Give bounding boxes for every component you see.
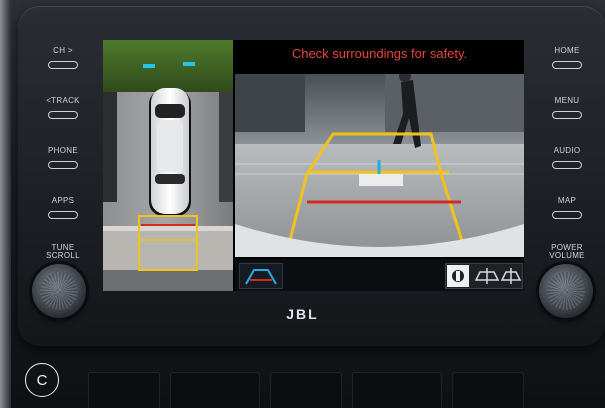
rear-camera-image	[235, 74, 524, 257]
track-button-key[interactable]	[48, 111, 78, 119]
camera-view-icons	[447, 265, 522, 287]
map-button-key[interactable]	[552, 211, 582, 219]
top-view-image	[103, 40, 233, 291]
tune-scroll-label: TUNE SCROLL	[33, 244, 93, 260]
menu-button[interactable]: MENU	[537, 95, 597, 119]
vent-slot	[270, 372, 342, 408]
vent-slot	[170, 372, 260, 408]
apps-button-label: APPS	[51, 196, 75, 205]
volume-label: VOLUME	[549, 251, 585, 260]
phone-button-key[interactable]	[48, 161, 78, 169]
home-button[interactable]: HOME	[537, 45, 597, 69]
jbl-logo: JBL	[286, 306, 319, 322]
home-button-label: HOME	[554, 46, 580, 55]
ch-button-key[interactable]	[48, 61, 78, 69]
camera-view-selector[interactable]	[445, 263, 523, 289]
guide-lines-icon	[245, 269, 277, 285]
audio-button[interactable]: AUDIO	[537, 145, 597, 169]
safety-warning: Check surroundings for safety.	[291, 46, 468, 61]
audio-button-key[interactable]	[552, 161, 582, 169]
rear-camera-view[interactable]	[235, 74, 524, 257]
camera-controls-bar	[235, 259, 524, 291]
home-button-key[interactable]	[552, 61, 582, 69]
dashboard-trim	[0, 0, 11, 408]
phone-button-label: PHONE	[48, 146, 78, 155]
vent-slot	[352, 372, 442, 408]
track-button[interactable]: <TRACK	[33, 95, 93, 119]
c-badge: C	[25, 363, 59, 397]
menu-button-label: MENU	[554, 96, 580, 105]
vent-slot	[452, 372, 524, 408]
car-head-unit-photo: CH > <TRACK PHONE APPS HOME MENU AUDIO M…	[0, 0, 605, 408]
ch-button[interactable]: CH >	[33, 45, 93, 69]
map-button[interactable]: MAP	[537, 195, 597, 219]
power-volume-label: POWER VOLUME	[537, 244, 597, 260]
scroll-label: SCROLL	[46, 251, 80, 260]
panoramic-top-view[interactable]	[103, 40, 233, 291]
vent-slot	[88, 372, 160, 408]
display-screen: Check surroundings for safety.	[103, 40, 524, 291]
map-button-label: MAP	[557, 196, 577, 205]
ch-button-label: CH >	[53, 46, 73, 55]
menu-button-key[interactable]	[552, 111, 582, 119]
guide-lines-button[interactable]	[239, 263, 283, 289]
apps-button-key[interactable]	[48, 211, 78, 219]
audio-button-label: AUDIO	[553, 146, 581, 155]
phone-button[interactable]: PHONE	[33, 145, 93, 169]
apps-button[interactable]: APPS	[33, 195, 93, 219]
track-button-label: <TRACK	[46, 96, 80, 105]
